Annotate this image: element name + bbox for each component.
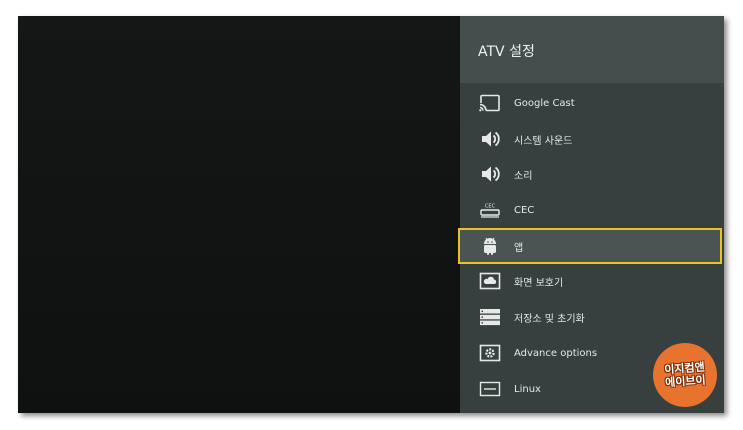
menu-item-label: 시스템 사운드 — [514, 135, 573, 147]
menu-item-screensaver[interactable]: 화면 보호기 — [460, 263, 724, 299]
menu-item-sound[interactable]: 소리 — [460, 156, 724, 192]
menu-item-label: Linux — [514, 383, 541, 395]
cast-icon — [478, 93, 502, 113]
menu-item-label: 화면 보호기 — [514, 277, 564, 289]
menu-item-storage-reset[interactable]: 저장소 및 초기화 — [460, 299, 724, 335]
menu-item-system-sound[interactable]: 시스템 사운드 — [460, 121, 724, 157]
storage-icon — [478, 307, 502, 327]
screenshot-frame: ATV 설정 Google Cast 시스템 사운드 소리 CEC CEC 앱 … — [18, 16, 724, 413]
settings-box-icon — [478, 343, 502, 363]
menu-item-label: Google Cast — [514, 97, 575, 109]
panel-header: ATV 설정 — [460, 16, 724, 83]
menu-item-label: 저장소 및 초기화 — [514, 313, 585, 325]
menu-item-google-cast[interactable]: Google Cast — [460, 85, 724, 121]
svg-text:CEC: CEC — [485, 204, 496, 210]
linux-icon — [478, 379, 502, 399]
video-area — [18, 16, 460, 413]
speaker-icon — [478, 164, 502, 184]
menu-item-apps[interactable]: 앱 — [458, 228, 722, 264]
menu-item-label: 소리 — [514, 170, 533, 182]
menu-item-label: Advance options — [514, 347, 598, 359]
menu-item-cec[interactable]: CEC CEC — [460, 192, 724, 228]
cec-icon: CEC — [478, 200, 502, 220]
watermark-line-2: 에이브이 — [664, 373, 707, 390]
menu-item-label: CEC — [514, 204, 535, 216]
screensaver-icon — [478, 271, 502, 291]
speaker-icon — [478, 129, 502, 149]
panel-title: ATV 설정 — [478, 43, 535, 60]
menu-item-label: 앱 — [514, 242, 524, 254]
android-icon — [478, 236, 502, 256]
